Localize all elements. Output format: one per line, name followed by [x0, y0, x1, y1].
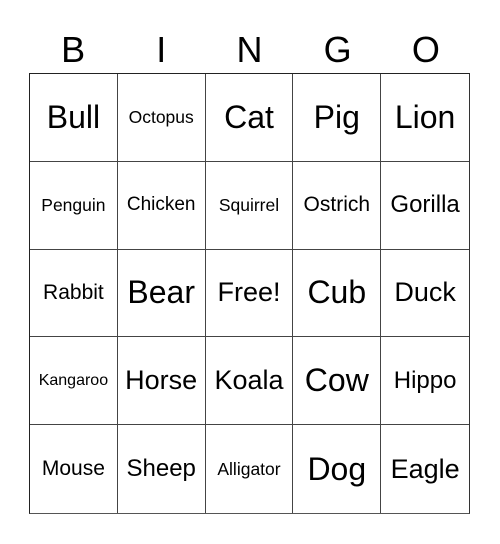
bingo-cell[interactable]: Squirrel — [205, 161, 294, 250]
bingo-cell[interactable]: Hippo — [381, 337, 469, 426]
bingo-cell[interactable]: Chicken — [117, 161, 206, 250]
bingo-cell[interactable]: Penguin — [30, 161, 118, 250]
bingo-cell[interactable]: Horse — [117, 337, 206, 426]
header-letter-g: G — [323, 29, 352, 70]
bingo-card-grid: Bull Octopus Cat Pig Lion Penguin Chicke… — [29, 73, 470, 514]
bingo-cell[interactable]: Bear — [117, 249, 206, 338]
header-letter-n: N — [236, 29, 263, 70]
bingo-header: B I N G O — [29, 28, 470, 72]
bingo-cell[interactable]: Pig — [293, 74, 382, 162]
bingo-cell[interactable]: Lion — [381, 74, 469, 162]
bingo-cell[interactable]: Koala — [205, 337, 294, 426]
bingo-cell[interactable]: Sheep — [118, 425, 206, 513]
bingo-cell[interactable]: Cat — [205, 74, 294, 162]
header-letter-b: B — [61, 29, 86, 70]
bingo-cell[interactable]: Eagle — [381, 425, 469, 513]
header-letter-i: I — [156, 29, 167, 70]
bingo-cell[interactable]: Ostrich — [293, 161, 382, 250]
bingo-cell[interactable]: Octopus — [117, 74, 206, 162]
bingo-cell[interactable]: Kangaroo — [30, 337, 118, 426]
bingo-cell[interactable]: Cub — [293, 249, 382, 338]
bingo-cell[interactable]: Duck — [381, 250, 469, 338]
bingo-cell[interactable]: Alligator — [206, 425, 294, 513]
bingo-cell[interactable]: Bull — [30, 74, 118, 162]
bingo-cell[interactable]: Gorilla — [381, 162, 469, 250]
header-letter-o: O — [411, 29, 440, 70]
bingo-cell[interactable]: Cow — [293, 337, 382, 426]
bingo-cell[interactable]: Rabbit — [30, 249, 118, 338]
free-space-cell[interactable]: Free! — [205, 249, 294, 338]
bingo-cell[interactable]: Dog — [293, 425, 382, 513]
bingo-cell[interactable]: Mouse — [30, 425, 118, 513]
